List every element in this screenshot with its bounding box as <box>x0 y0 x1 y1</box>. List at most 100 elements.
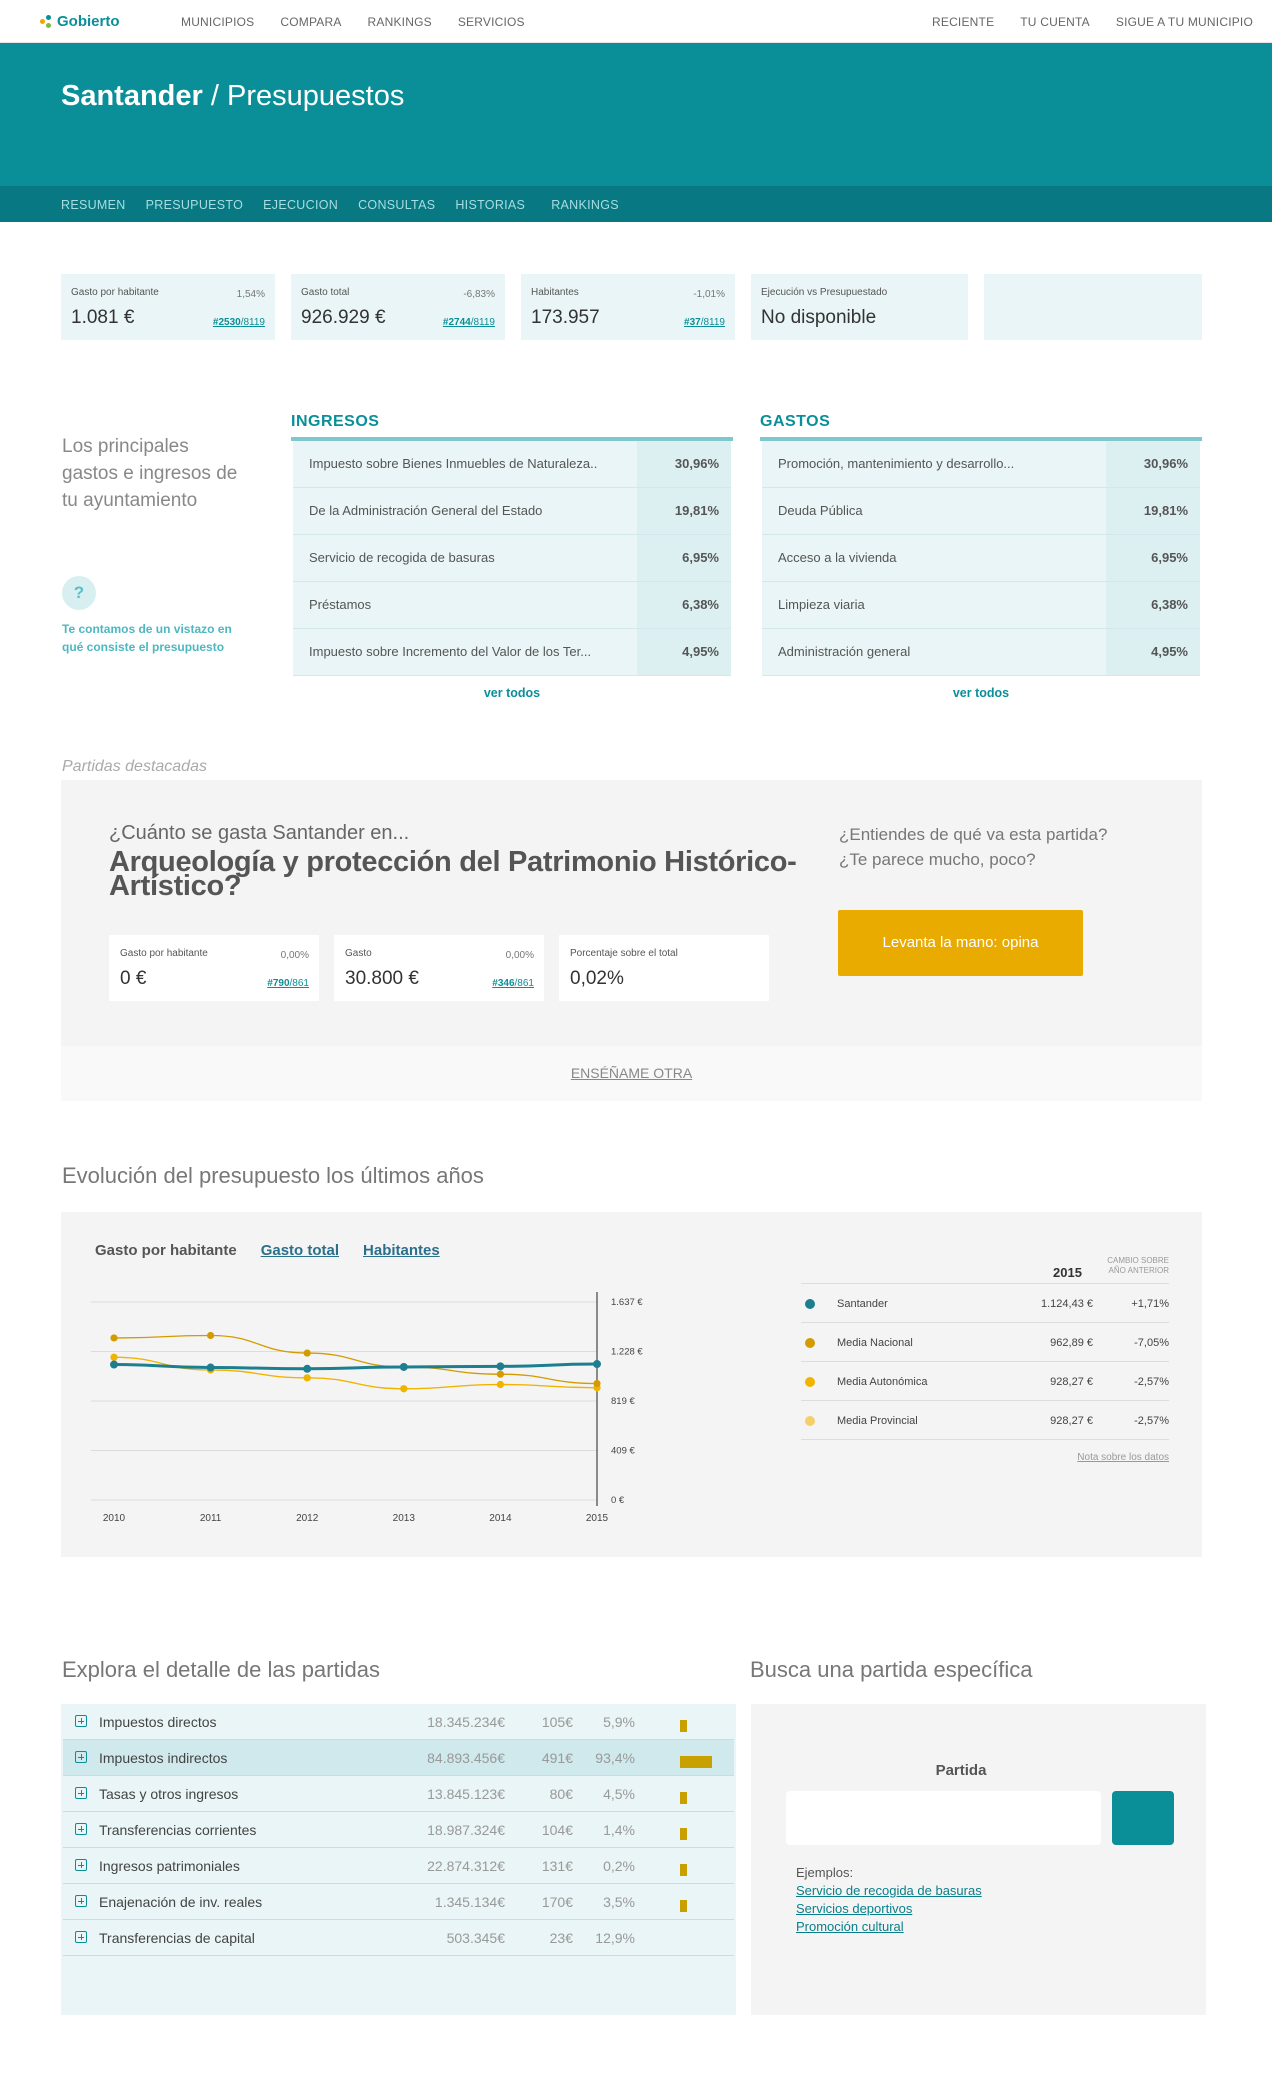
stat-change: -1,01% <box>693 289 725 300</box>
nav-reciente[interactable]: RECIENTE <box>932 15 994 29</box>
table-row[interactable]: Préstamos 6,38% <box>293 582 731 629</box>
explore-row[interactable]: Impuestos indirectos 84.893.456€ 491€ 93,4% <box>63 1740 734 1776</box>
legend-name: Santander <box>837 1298 888 1310</box>
expand-plus-icon[interactable] <box>75 1931 87 1943</box>
legend-row[interactable]: Santander 1.124,43 € +1,71% <box>801 1284 1169 1323</box>
stat-change: -6,83% <box>463 289 495 300</box>
nav-rankings[interactable]: RANKINGS <box>368 15 432 29</box>
example-link[interactable]: Servicio de recogida de basuras <box>796 1882 982 1900</box>
expand-plus-icon[interactable] <box>75 1859 87 1871</box>
explore-row[interactable]: Tasas y otros ingresos 13.845.123€ 80€ 4,5% <box>63 1776 734 1812</box>
tab-consultas[interactable]: CONSULTAS <box>358 198 435 212</box>
row-percent: 3,5% <box>603 1894 635 1910</box>
stat-gasto-total: Gasto total -6,83% 926.929 € #2744/8119 <box>291 274 505 340</box>
gobierto-logo[interactable]: Gobierto <box>40 13 120 30</box>
help-icon[interactable]: ? <box>62 576 96 610</box>
expand-plus-icon[interactable] <box>75 1751 87 1763</box>
table-row[interactable]: Limpieza viaria 6,38% <box>762 582 1200 629</box>
data-point <box>110 1360 118 1369</box>
stat-rank-link[interactable]: #2530/8119 <box>213 317 265 328</box>
tab-historias[interactable]: HISTORIAS <box>455 198 525 212</box>
nav-compara[interactable]: COMPARA <box>280 15 341 29</box>
show-another-link[interactable]: ENSÉÑAME OTRA <box>61 1046 1202 1101</box>
legend-row[interactable]: Media Nacional 962,89 € -7,05% <box>801 1323 1169 1362</box>
data-note-link[interactable]: Nota sobre los datos <box>801 1452 1169 1463</box>
card-rank-link[interactable]: #790/861 <box>267 978 309 989</box>
stat-gasto-habitante: Gasto por habitante 1,54% 1.081 € #2530/… <box>61 274 275 340</box>
tab-resumen[interactable]: RESUMEN <box>61 198 126 212</box>
nav-municipios[interactable]: MUNICIPIOS <box>181 15 254 29</box>
tab-presupuesto[interactable]: PRESUPUESTO <box>146 198 244 212</box>
table-row[interactable]: Acceso a la vivienda 6,95% <box>762 535 1200 582</box>
featured-headline: Arqueología y protección del Patrimonio … <box>109 846 797 902</box>
row-total: 18.987.324€ <box>427 1822 505 1838</box>
legend-dot <box>805 1338 815 1348</box>
rank-position: #2744 <box>442 317 471 328</box>
legend-row[interactable]: Media Autonómica 928,27 € -2,57% <box>801 1362 1169 1401</box>
stat-rank-link[interactable]: #37/8119 <box>684 317 725 328</box>
row-percent: 6,38% <box>637 582 731 628</box>
nav-tu-cuenta[interactable]: TU CUENTA <box>1020 15 1090 29</box>
stat-ejecucion: Ejecución vs Presupuestado No disponible <box>751 274 968 340</box>
nav-sigue-municipio[interactable]: SIGUE A TU MUNICIPIO <box>1116 15 1253 29</box>
explore-row[interactable]: Ingresos patrimoniales 22.874.312€ 131€ 0,2… <box>63 1848 734 1884</box>
rank-total: /861 <box>514 978 534 989</box>
ingresos-ver-todos[interactable]: ver todos <box>291 686 733 700</box>
search-button[interactable] <box>1112 1791 1174 1845</box>
explore-row[interactable]: Impuestos directos 18.345.234€ 105€ 5,9% <box>63 1704 734 1740</box>
tab-ejecucion[interactable]: EJECUCION <box>263 198 338 212</box>
table-row[interactable]: De la Administración General del Estado 1… <box>293 488 731 535</box>
row-percent: 0,2% <box>603 1858 635 1874</box>
example-link[interactable]: Servicios deportivos <box>796 1900 982 1918</box>
row-per-habitant: 131€ <box>541 1858 573 1874</box>
card-rank-link[interactable]: #346/861 <box>492 978 534 989</box>
expand-plus-icon[interactable] <box>75 1715 87 1727</box>
expand-plus-icon[interactable] <box>75 1895 87 1907</box>
explore-row[interactable]: Transferencias de capital 503.345€ 23€ 12,9… <box>63 1920 734 1956</box>
x-tick-label: 2011 <box>200 1513 222 1524</box>
evolution-chart: 1.637 € 1.228 € 819 € 409 € 0 € 2010 2011 2012 2… <box>91 1292 643 1524</box>
data-point <box>496 1380 504 1389</box>
rank-total: /861 <box>289 978 309 989</box>
explore-row[interactable]: Enajenación de inv. reales 1.345.134€ 170€… <box>63 1884 734 1920</box>
data-point <box>110 1334 118 1342</box>
legend-change: -2,57% <box>1134 1376 1169 1388</box>
share-bar <box>680 1864 687 1876</box>
row-per-habitant: 491€ <box>541 1750 573 1766</box>
row-total: 503.345€ <box>446 1930 505 1946</box>
share-bar <box>680 1756 712 1768</box>
y-tick-label: 0 € <box>611 1495 625 1506</box>
row-name: Tasas y otros ingresos <box>99 1786 239 1802</box>
row-name: Promoción, mantenimiento y desarrollo... <box>778 456 1015 471</box>
hero-banner <box>0 43 1272 186</box>
opina-button[interactable]: Levanta la mano: opina <box>838 910 1083 976</box>
stat-change: 1,54% <box>236 289 265 300</box>
table-row[interactable]: Servicio de recogida de basuras 6,95% <box>293 535 731 582</box>
explore-row[interactable]: Transferencias corrientes 18.987.324€ 104€… <box>63 1812 734 1848</box>
row-percent: 93,4% <box>595 1750 635 1766</box>
row-percent: 30,96% <box>1106 441 1200 487</box>
legend-value: 928,27 € <box>1050 1376 1093 1388</box>
y-tick-label: 1.637 € <box>611 1297 643 1308</box>
stat-value: No disponible <box>761 307 877 328</box>
example-link[interactable]: Promoción cultural <box>796 1918 982 1936</box>
table-row[interactable]: Impuesto sobre Bienes Inmuebles de Natur… <box>293 441 731 488</box>
city-name[interactable]: Santander <box>61 80 203 112</box>
expand-plus-icon[interactable] <box>75 1787 87 1799</box>
search-input[interactable] <box>786 1791 1101 1845</box>
gastos-ver-todos[interactable]: ver todos <box>760 686 1202 700</box>
table-row[interactable]: Promoción, mantenimiento y desarrollo...… <box>762 441 1200 488</box>
table-row[interactable]: Deuda Pública 19,81% <box>762 488 1200 535</box>
help-link[interactable]: Te contamos de un vistazo en qué consist… <box>62 620 237 656</box>
rank-total: /8119 <box>470 317 495 328</box>
table-row[interactable]: Administración general 4,95% <box>762 629 1200 676</box>
row-per-habitant: 80€ <box>549 1786 573 1802</box>
user-nav: RECIENTE TU CUENTA SIGUE A TU MUNICIPIO <box>906 15 1253 29</box>
nav-servicios[interactable]: SERVICIOS <box>458 15 525 29</box>
data-point <box>593 1379 601 1388</box>
table-row[interactable]: Impuesto sobre Incremento del Valor de l… <box>293 629 731 676</box>
tab-rankings[interactable]: RANKINGS <box>551 198 619 212</box>
legend-row[interactable]: Media Provincial 928,27 € -2,57% <box>801 1401 1169 1440</box>
expand-plus-icon[interactable] <box>75 1823 87 1835</box>
stat-rank-link[interactable]: #2744/8119 <box>443 317 495 328</box>
